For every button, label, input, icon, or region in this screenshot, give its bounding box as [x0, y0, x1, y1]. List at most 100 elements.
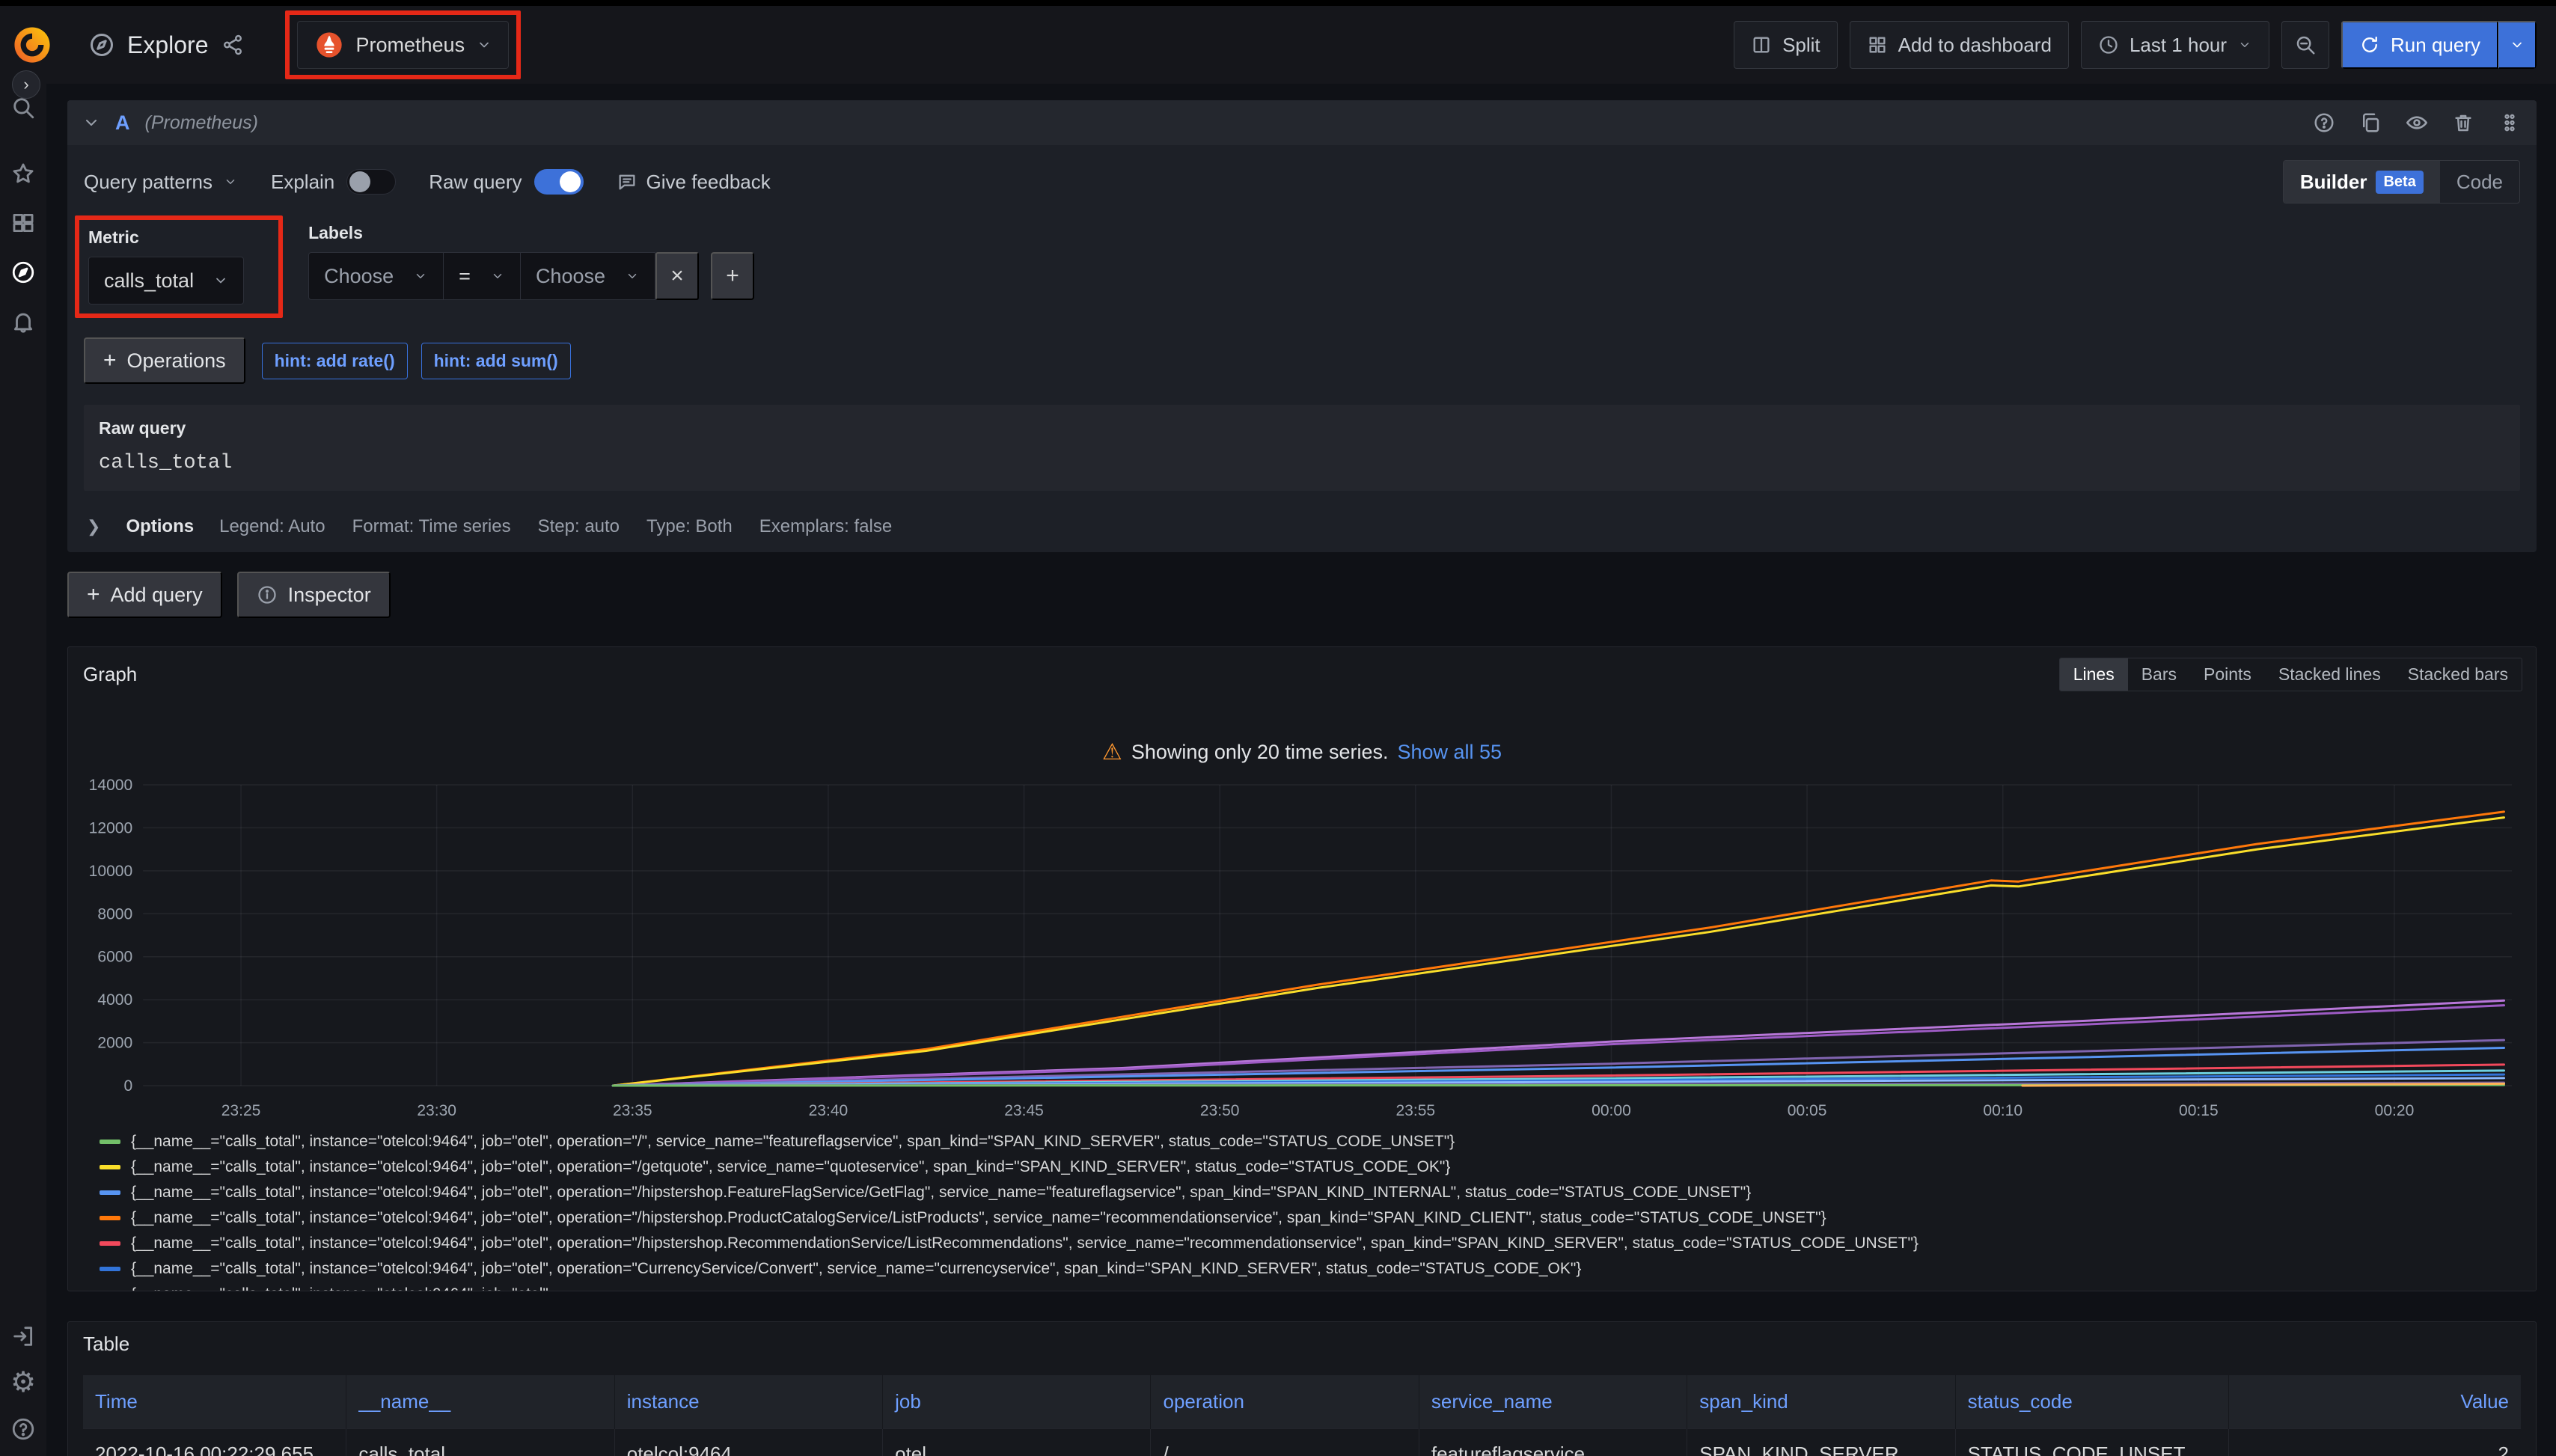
duplicate-query-icon[interactable]: [2358, 111, 2382, 135]
table-column-header-operation[interactable]: operation: [1151, 1375, 1419, 1429]
graph-mode-tab-points[interactable]: Points: [2190, 658, 2265, 691]
timeseries-chart[interactable]: 0200040006000800010000120001400023:2523:…: [68, 765, 2536, 1125]
table-column-header-spankind[interactable]: span_kind: [1687, 1375, 1955, 1429]
table-column-header-instance[interactable]: instance: [614, 1375, 882, 1429]
y-axis-tick-label: 4000: [97, 991, 132, 1009]
zoom-out-button[interactable]: [2281, 21, 2329, 69]
search-minus-icon: [2294, 34, 2317, 56]
run-query-dropdown[interactable]: [2498, 21, 2537, 69]
query-row-header: A (Prometheus): [67, 100, 2537, 145]
legend-label: {__name__="calls_total", instance="otelc…: [131, 1260, 1581, 1278]
legend-color-swatch: [100, 1216, 120, 1220]
chart-legend: {__name__="calls_total", instance="otelc…: [68, 1125, 2536, 1291]
help-icon[interactable]: [10, 1416, 37, 1443]
starred-icon[interactable]: [10, 160, 37, 187]
table-column-header-time[interactable]: Time: [83, 1375, 346, 1429]
show-all-series-link[interactable]: Show all 55: [1397, 741, 1502, 764]
beta-badge: Beta: [2376, 171, 2423, 194]
chevron-down-icon: [625, 269, 640, 284]
raw-query-label: Raw query: [429, 171, 522, 194]
add-to-dashboard-button[interactable]: Add to dashboard: [1850, 21, 2069, 69]
query-datasource-hint: (Prometheus): [145, 112, 258, 134]
query-options-row: ❯ Options Legend: AutoFormat: Time serie…: [84, 509, 2520, 537]
inspector-button[interactable]: Inspector: [237, 572, 391, 618]
operations-button[interactable]: + Operations: [84, 337, 245, 384]
metric-select[interactable]: calls_total: [88, 257, 244, 305]
query-ref-id[interactable]: A: [115, 111, 130, 135]
legend-item[interactable]: {__name__="calls_total", instance="otelc…: [100, 1180, 2536, 1205]
add-label-filter-button[interactable]: +: [711, 252, 754, 300]
query-patterns-dropdown[interactable]: Query patterns: [84, 171, 238, 194]
y-axis-tick-label: 0: [123, 1077, 132, 1095]
info-circle-icon: [257, 584, 278, 605]
graph-mode-tab-lines[interactable]: Lines: [2060, 658, 2128, 691]
query-help-icon[interactable]: [2312, 111, 2336, 135]
option-summary-item: Format: Time series: [352, 516, 511, 537]
sync-icon: [2359, 34, 2380, 55]
option-summary-item: Exemplars: false: [759, 516, 892, 537]
x-axis-tick-label: 23:30: [417, 1102, 456, 1119]
settings-gear-icon[interactable]: ⚙: [10, 1369, 37, 1396]
table-column-header-name[interactable]: __name__: [346, 1375, 614, 1429]
builder-mode-tab[interactable]: Builder Beta: [2284, 161, 2440, 203]
split-button[interactable]: Split: [1734, 21, 1838, 69]
left-sidebar: ⚙: [0, 84, 46, 1456]
explore-compass-icon[interactable]: [10, 259, 37, 286]
top-navigation-bar: Explore Prometheus Sp: [0, 6, 2556, 84]
dashboard-grid-icon: [1867, 34, 1888, 55]
legend-item[interactable]: {__name__="calls_total", instance="otelc…: [100, 1154, 2536, 1180]
sign-in-icon[interactable]: [10, 1323, 37, 1350]
legend-item[interactable]: {__name__="calls_total", instance="otelc…: [100, 1282, 2536, 1291]
table-column-header-value[interactable]: Value: [2228, 1375, 2521, 1429]
table-column-header-statuscode[interactable]: status_code: [1955, 1375, 2228, 1429]
remove-label-filter-button[interactable]: ×: [655, 252, 699, 300]
graph-panel-title: Graph: [83, 663, 137, 686]
query-hint-chip[interactable]: hint: add sum(): [421, 343, 571, 379]
table-column-header-servicename[interactable]: service_name: [1419, 1375, 1687, 1429]
datasource-picker[interactable]: Prometheus: [297, 21, 510, 69]
grafana-logo[interactable]: [10, 23, 54, 67]
alerting-bell-icon[interactable]: [10, 308, 37, 335]
legend-item[interactable]: {__name__="calls_total", instance="otelc…: [100, 1256, 2536, 1282]
query-hint-chip[interactable]: hint: add rate(): [262, 343, 408, 379]
raw-query-toggle[interactable]: [534, 169, 584, 195]
sidebar-expand-button[interactable]: ›: [12, 70, 40, 99]
series-limit-warning: ⚠ Showing only 20 time series. Show all …: [68, 739, 2536, 765]
x-axis-tick-label: 23:45: [1004, 1102, 1044, 1119]
graph-mode-tab-bars[interactable]: Bars: [2128, 658, 2190, 691]
label-operator-select[interactable]: =: [444, 252, 521, 300]
query-editor-card: A (Prometheus): [67, 100, 2537, 552]
collapse-chevron-icon[interactable]: [82, 114, 100, 132]
graph-mode-tab-stacked-lines[interactable]: Stacked lines: [2265, 658, 2394, 691]
legend-label: {__name__="calls_total", instance="otelc…: [131, 1184, 1751, 1202]
remove-query-trash-icon[interactable]: [2451, 111, 2475, 135]
table-cell: otelcol:9464: [614, 1429, 882, 1456]
explore-content: A (Prometheus): [46, 84, 2556, 1456]
table-column-header-job[interactable]: job: [883, 1375, 1151, 1429]
label-value-select[interactable]: Choose: [521, 252, 655, 300]
raw-query-value: calls_total: [99, 452, 2505, 474]
options-toggle[interactable]: Options: [126, 516, 194, 537]
run-query-button[interactable]: Run query: [2341, 21, 2498, 69]
legend-item[interactable]: {__name__="calls_total", instance="otelc…: [100, 1231, 2536, 1256]
graph-style-tabs: LinesBarsPointsStacked linesStacked bars: [2059, 658, 2522, 691]
x-axis-tick-label: 00:15: [2179, 1102, 2219, 1119]
label-key-select[interactable]: Choose: [308, 252, 444, 300]
x-axis-tick-label: 23:35: [613, 1102, 652, 1119]
legend-label: {__name__="calls_total", instance="otelc…: [131, 1133, 1455, 1151]
x-axis-tick-label: 00:20: [2375, 1102, 2415, 1119]
raw-query-preview: Raw query calls_total: [84, 405, 2520, 491]
hide-response-eye-icon[interactable]: [2405, 111, 2429, 135]
drag-handle-icon[interactable]: [2498, 111, 2522, 135]
dashboards-icon[interactable]: [10, 209, 37, 236]
add-query-button[interactable]: + Add query: [67, 572, 222, 618]
legend-item[interactable]: {__name__="calls_total", instance="otelc…: [100, 1205, 2536, 1231]
graph-mode-tab-stacked-bars[interactable]: Stacked bars: [2394, 658, 2522, 691]
share-icon[interactable]: [221, 33, 245, 57]
give-feedback-link[interactable]: Give feedback: [617, 171, 771, 194]
legend-item[interactable]: {__name__="calls_total", instance="otelc…: [100, 1129, 2536, 1154]
explain-toggle[interactable]: [346, 169, 396, 195]
table-cell: SPAN_KIND_SERVER: [1687, 1429, 1955, 1456]
code-mode-tab[interactable]: Code: [2440, 161, 2519, 203]
time-range-picker[interactable]: Last 1 hour: [2081, 21, 2269, 69]
